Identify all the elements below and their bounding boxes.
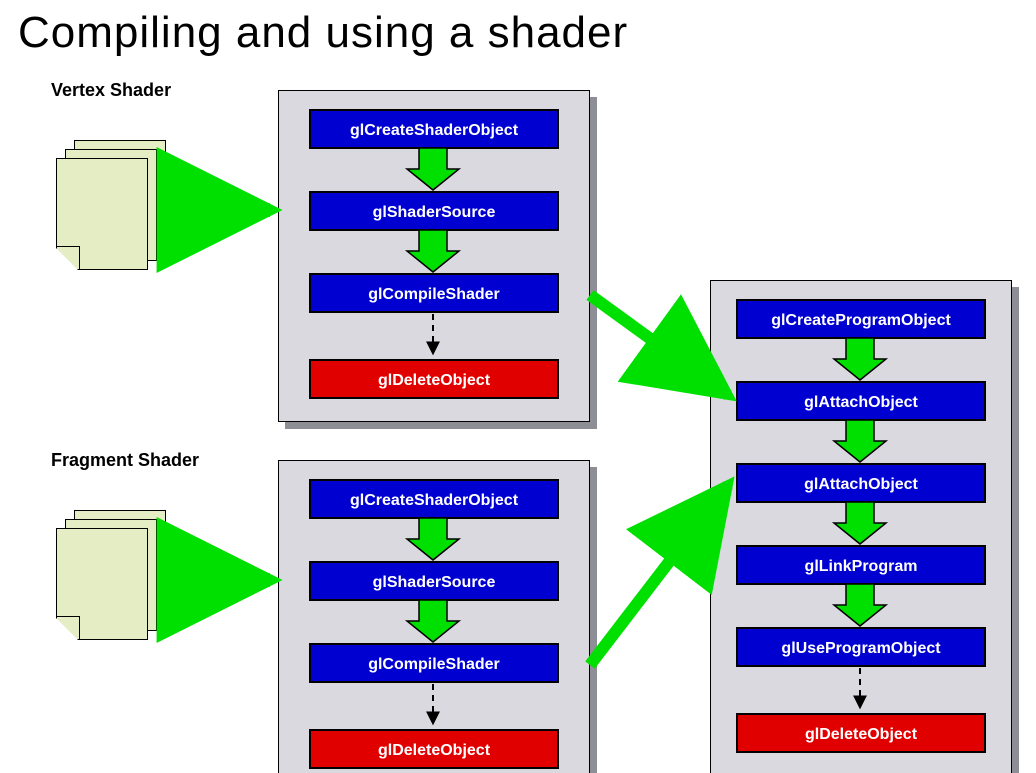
step-glAttachObject: glAttachObject xyxy=(736,463,986,503)
step-glCompileShader: glCompileShader xyxy=(309,273,559,313)
program-panel: glCreateProgramObject glAttachObject glA… xyxy=(710,280,1012,773)
step-glDeleteObject: glDeleteObject xyxy=(736,713,986,753)
step-glShaderSource: glShaderSource xyxy=(309,561,559,601)
step-glCreateProgramObject: glCreateProgramObject xyxy=(736,299,986,339)
arrow-vertex-to-attach xyxy=(590,295,728,395)
fragment-shader-panel: glCreateShaderObject glShaderSource glCo… xyxy=(278,460,590,773)
diagram-root: Compiling and using a shader Vertex Shad… xyxy=(0,0,1036,773)
step-glAttachObject: glAttachObject xyxy=(736,381,986,421)
step-glCreateShaderObject: glCreateShaderObject xyxy=(309,109,559,149)
step-glDeleteObject: glDeleteObject xyxy=(309,359,559,399)
vertex-shader-label: Vertex Shader xyxy=(51,80,171,101)
step-glLinkProgram: glLinkProgram xyxy=(736,545,986,585)
vertex-source-docs-icon xyxy=(56,140,166,270)
step-glCreateShaderObject: glCreateShaderObject xyxy=(309,479,559,519)
step-glCompileShader: glCompileShader xyxy=(309,643,559,683)
vertex-shader-panel: glCreateShaderObject glShaderSource glCo… xyxy=(278,90,590,422)
step-glShaderSource: glShaderSource xyxy=(309,191,559,231)
step-glUseProgramObject: glUseProgramObject xyxy=(736,627,986,667)
page-title: Compiling and using a shader xyxy=(18,8,628,58)
arrow-fragment-to-attach xyxy=(590,485,728,665)
step-glDeleteObject: glDeleteObject xyxy=(309,729,559,769)
fragment-source-docs-icon xyxy=(56,510,166,640)
fragment-shader-label: Fragment Shader xyxy=(51,450,199,471)
